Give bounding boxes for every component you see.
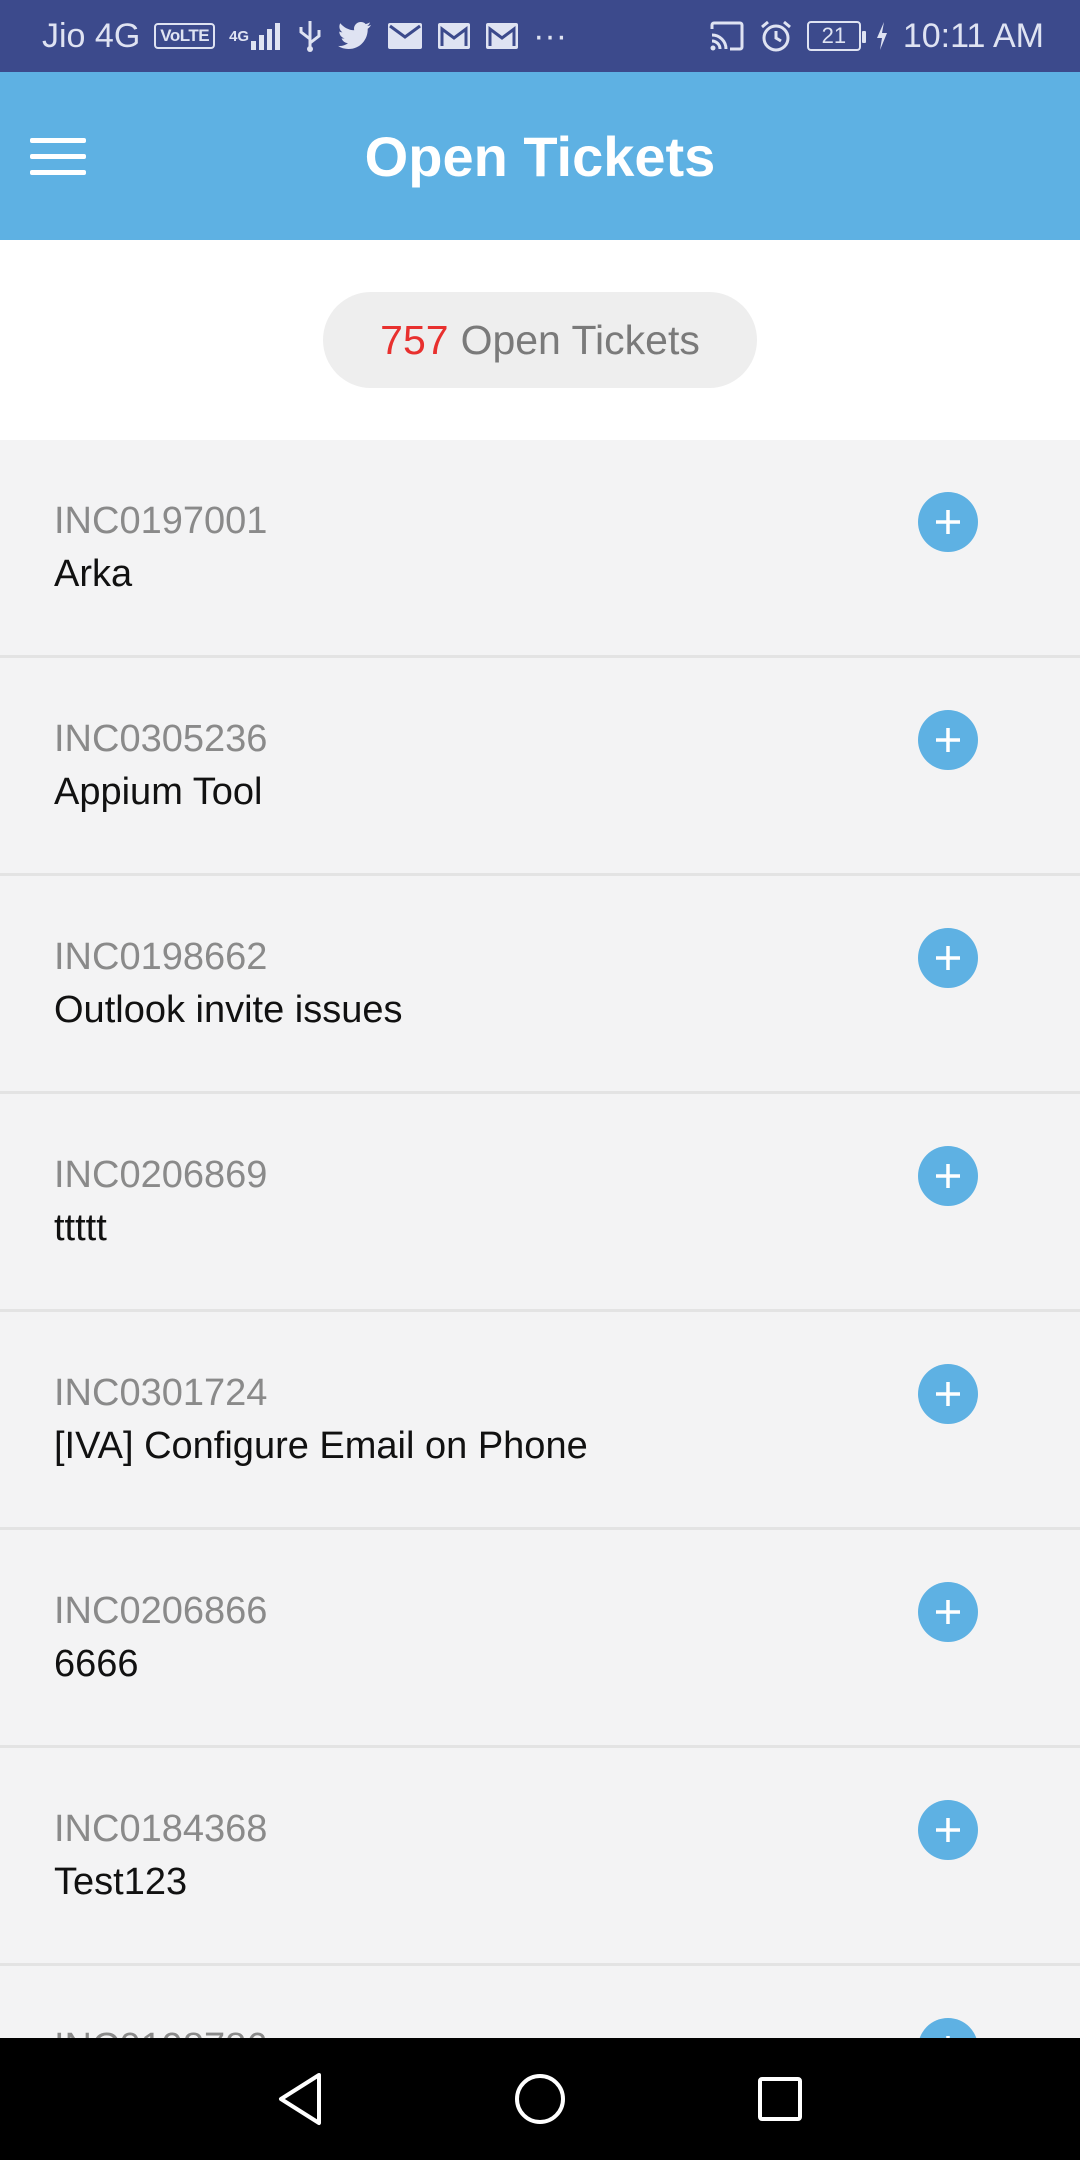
gmail-icon: [437, 22, 471, 50]
add-ticket-button[interactable]: [918, 928, 978, 988]
ticket-row[interactable]: INC0197001 Arka: [0, 440, 1080, 658]
add-ticket-button[interactable]: [918, 1582, 978, 1642]
status-bar: Jio 4G VoLTE 4G ··· 21 10:11 AM: [0, 0, 1080, 72]
plus-icon: [936, 1164, 960, 1188]
plus-icon: [946, 2036, 950, 2038]
ticket-title: 6666: [54, 1643, 139, 1685]
back-icon[interactable]: [270, 2069, 330, 2129]
volte-icon: VoLTE: [154, 23, 216, 49]
app-bar: Open Tickets: [0, 72, 1080, 240]
ticket-list[interactable]: INC0197001 Arka INC0305236 Appium Tool I…: [0, 440, 1080, 2038]
add-ticket-button[interactable]: [918, 1364, 978, 1424]
ticket-title: Outlook invite issues: [54, 989, 403, 1031]
add-ticket-button[interactable]: [918, 2018, 978, 2038]
status-right: 21 10:11 AM: [709, 17, 1044, 56]
add-ticket-button[interactable]: [918, 710, 978, 770]
more-notifications-icon: ···: [533, 16, 568, 55]
ticket-title: Appium Tool: [54, 771, 263, 813]
status-left: Jio 4G VoLTE 4G ···: [42, 17, 567, 56]
ticket-row[interactable]: INC0198786: [0, 1966, 1080, 2038]
plus-icon: [936, 1600, 960, 1624]
battery-icon: 21: [806, 21, 866, 51]
open-tickets-count: 757: [380, 316, 449, 363]
twitter-icon: [337, 21, 373, 51]
usb-icon: [297, 19, 323, 53]
network-type-label: 4G: [229, 27, 250, 45]
cast-icon: [709, 21, 745, 51]
ticket-row[interactable]: INC0206866 6666: [0, 1530, 1080, 1748]
plus-icon: [936, 728, 960, 752]
ticket-row[interactable]: INC0305236 Appium Tool: [0, 658, 1080, 876]
clock: 10:11 AM: [902, 16, 1044, 55]
system-nav-bar: [0, 2038, 1080, 2160]
ticket-row[interactable]: INC0184368 Test123: [0, 1748, 1080, 1966]
add-ticket-button[interactable]: [918, 1146, 978, 1206]
ticket-row[interactable]: INC0198662 Outlook invite issues: [0, 876, 1080, 1094]
mail-icon: [387, 22, 423, 50]
ticket-row[interactable]: INC0206869 ttttt: [0, 1094, 1080, 1312]
plus-icon: [936, 1818, 960, 1842]
ticket-title: Arka: [54, 553, 133, 595]
summary-area: 757 Open Tickets: [0, 240, 1080, 440]
plus-icon: [936, 946, 960, 970]
page-title: Open Tickets: [364, 124, 716, 188]
ticket-title: [IVA] Configure Email on Phone: [54, 1425, 588, 1467]
add-ticket-button[interactable]: [918, 492, 978, 552]
gmail-icon: [485, 22, 519, 50]
add-ticket-button[interactable]: [918, 1800, 978, 1860]
home-icon[interactable]: [510, 2069, 570, 2129]
hamburger-menu-icon[interactable]: [30, 128, 86, 184]
plus-icon: [936, 1382, 960, 1406]
recents-icon[interactable]: [750, 2069, 810, 2129]
battery-level: 21: [821, 23, 847, 48]
open-tickets-count-pill: 757 Open Tickets: [323, 292, 757, 388]
ticket-row[interactable]: INC0301724 [IVA] Configure Email on Phon…: [0, 1312, 1080, 1530]
signal-icon: 4G: [229, 21, 283, 51]
charging-icon: [875, 21, 889, 51]
alarm-icon: [759, 19, 793, 53]
carrier-label: Jio 4G: [42, 16, 141, 55]
open-tickets-label: Open Tickets: [460, 316, 700, 363]
ticket-title: ttttt: [54, 1207, 107, 1249]
ticket-title: Test123: [54, 1861, 188, 1903]
plus-icon: [936, 510, 960, 534]
